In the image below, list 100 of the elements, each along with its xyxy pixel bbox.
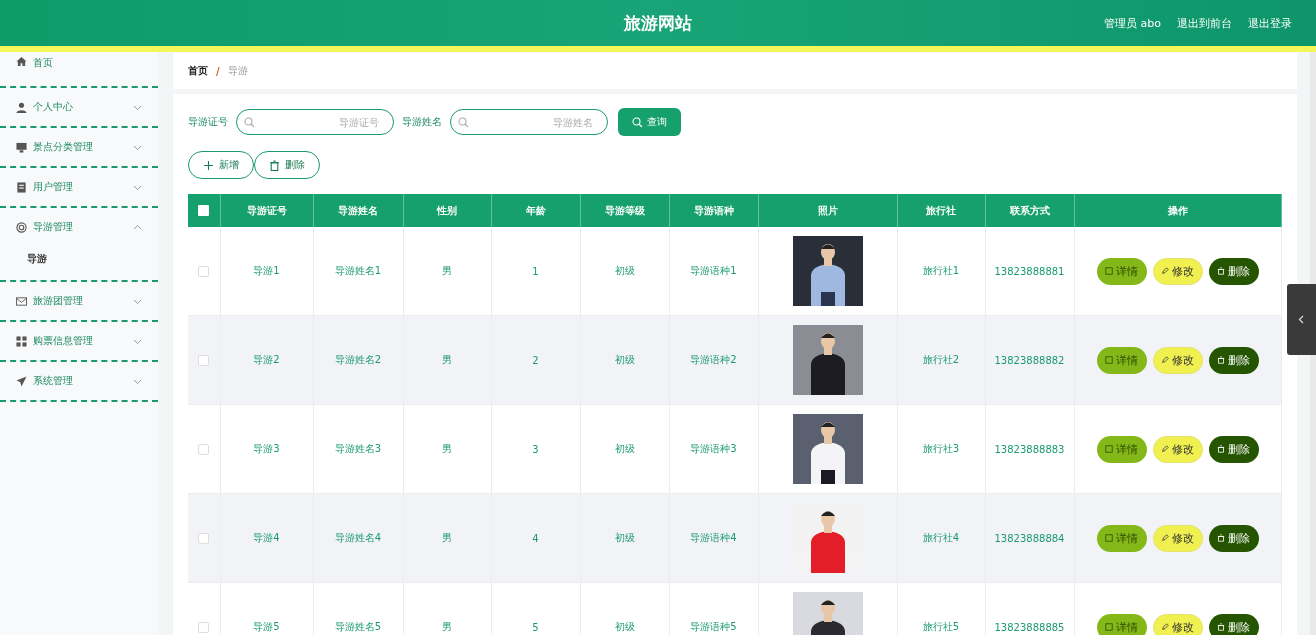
table-cell: 2	[532, 354, 539, 366]
sidebar-item[interactable]: 景点分类管理	[0, 128, 158, 166]
pencil-icon	[1161, 534, 1169, 542]
sidebar-item[interactable]: 个人中心	[0, 88, 158, 126]
table-cell: 导游姓名4	[334, 532, 382, 543]
mail-icon	[16, 295, 27, 307]
sidebar-item[interactable]: 首页	[0, 52, 158, 86]
row-checkbox[interactable]	[198, 354, 210, 366]
table-cell: 旅行社2	[922, 354, 960, 365]
home-icon	[16, 56, 27, 67]
table-cell: 13823888883	[994, 443, 1065, 455]
chevron-icon	[1297, 315, 1306, 324]
sidebar-item[interactable]: 旅游团管理	[0, 282, 158, 320]
delete-button[interactable]: 删除	[1208, 613, 1259, 635]
row-checkbox[interactable]	[198, 621, 210, 633]
monitor-icon	[16, 141, 27, 153]
header-link[interactable]: 管理员 abo	[1104, 15, 1161, 31]
submenu-item[interactable]: 导游	[27, 248, 158, 270]
table-cell: 旅行社3	[922, 443, 960, 454]
edit-button[interactable]: 修改	[1152, 346, 1203, 374]
column-header: 照片	[758, 194, 897, 227]
delete-button[interactable]: 删除	[254, 151, 320, 179]
table-cell: 导游姓名2	[334, 354, 382, 365]
header-link[interactable]: 退出登录	[1248, 15, 1292, 31]
column-header: 导游姓名	[313, 194, 403, 227]
pencil-icon	[1161, 623, 1169, 631]
search-button[interactable]: 查询	[618, 108, 681, 136]
user-icon	[16, 101, 27, 113]
delete-button[interactable]: 删除	[1208, 257, 1259, 285]
trash-icon	[269, 159, 280, 171]
table-cell: 导游5	[253, 621, 280, 632]
table-cell: 导游1	[253, 265, 280, 276]
table-cell: 男	[442, 265, 452, 276]
details-button[interactable]: 详情	[1096, 346, 1147, 374]
table-cell: 导游姓名1	[334, 265, 382, 276]
table-cell: 初级	[614, 443, 635, 454]
site-title: 旅游网站	[624, 11, 692, 35]
header-link[interactable]: 退出到前台	[1177, 15, 1232, 31]
search-icon	[632, 116, 643, 128]
delete-button[interactable]: 删除	[1208, 524, 1259, 552]
row-checkbox[interactable]	[198, 265, 210, 277]
row-checkbox[interactable]	[198, 532, 210, 544]
square-icon	[1105, 623, 1113, 631]
square-icon	[1105, 267, 1113, 275]
table-cell: 3	[532, 443, 539, 455]
sidebar-item[interactable]: 购票信息管理	[0, 322, 158, 360]
trash-icon	[1217, 445, 1225, 453]
details-button[interactable]: 详情	[1096, 613, 1147, 635]
sidebar-item[interactable]: 用户管理	[0, 168, 158, 206]
square-icon	[1105, 356, 1113, 364]
edit-button[interactable]: 修改	[1152, 257, 1203, 285]
breadcrumb-item[interactable]: 首页	[188, 64, 208, 78]
breadcrumb-separator: /	[216, 65, 220, 77]
table-cell: 1	[532, 265, 539, 277]
column-header: 操作	[1074, 194, 1281, 227]
add-button[interactable]: 新增	[188, 151, 254, 179]
edit-button[interactable]: 修改	[1152, 613, 1203, 635]
delete-button[interactable]: 删除	[1208, 435, 1259, 463]
column-header: 导游语种	[669, 194, 758, 227]
edit-button[interactable]: 修改	[1152, 435, 1203, 463]
sidebar-item[interactable]: 系统管理	[0, 362, 158, 400]
table-cell: 旅行社5	[922, 621, 960, 632]
details-button[interactable]: 详情	[1096, 524, 1147, 552]
pencil-icon	[1161, 356, 1169, 364]
table-cell: 导游语种4	[690, 532, 737, 543]
search-field[interactable]: 导游证号	[236, 109, 394, 135]
table-cell: 导游姓名3	[334, 443, 382, 454]
trash-icon	[1217, 356, 1225, 364]
pencil-icon	[1161, 445, 1169, 453]
sidebar-item[interactable]: 导游管理	[0, 208, 158, 246]
trash-icon	[1217, 534, 1225, 542]
collapse-tab[interactable]	[1287, 284, 1316, 355]
table-cell: 13823888881	[994, 265, 1065, 277]
table-cell: 13823888882	[994, 354, 1065, 366]
search-field[interactable]: 导游姓名	[450, 109, 608, 135]
table-cell: 13823888885	[994, 621, 1065, 633]
table-cell: 导游语种1	[690, 265, 737, 276]
row-checkbox[interactable]	[198, 443, 210, 455]
column-header: 年龄	[491, 194, 580, 227]
table-cell: 旅行社1	[922, 265, 960, 276]
column-header: 性别	[403, 194, 491, 227]
table-cell: 男	[442, 532, 452, 543]
select-all-checkbox[interactable]	[198, 205, 210, 217]
table-cell: 导游语种2	[690, 354, 737, 365]
table-cell: 男	[442, 354, 452, 365]
trash-icon	[1217, 267, 1225, 275]
delete-button[interactable]: 删除	[1208, 346, 1259, 374]
table-cell: 5	[532, 621, 539, 633]
table-cell: 导游语种3	[690, 443, 737, 454]
details-button[interactable]: 详情	[1096, 435, 1147, 463]
search-icon	[458, 116, 469, 128]
table-cell: 初级	[614, 621, 635, 632]
edit-button[interactable]: 修改	[1152, 524, 1203, 552]
table-cell: 导游2	[253, 354, 280, 365]
table-cell: 男	[442, 621, 452, 632]
column-header: 导游等级	[580, 194, 669, 227]
details-button[interactable]: 详情	[1096, 257, 1147, 285]
grid-icon	[16, 335, 27, 347]
table-cell: 导游语种5	[690, 621, 737, 632]
document-icon	[16, 181, 27, 193]
